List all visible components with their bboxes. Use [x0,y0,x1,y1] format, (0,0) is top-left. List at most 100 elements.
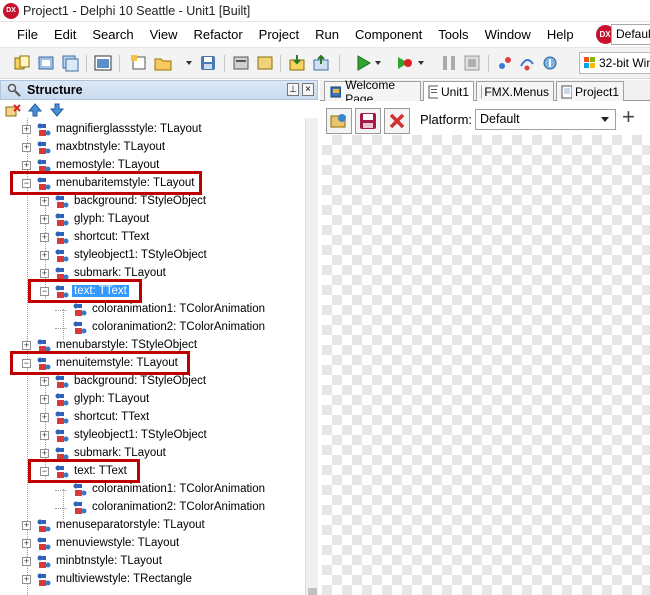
component-icon [36,519,52,533]
menu-refactor[interactable]: Refactor [186,22,251,48]
unit-file-icon [428,85,438,99]
expand-icon[interactable]: + [40,215,49,224]
save-icon[interactable] [199,54,217,72]
expand-icon[interactable]: + [40,413,49,422]
open-project-icon[interactable] [37,54,55,72]
tree-node[interactable]: + maxbtnstyle: TLayout [0,139,305,157]
expand-icon[interactable]: + [40,395,49,404]
menu-view[interactable]: View [142,22,186,48]
remove-from-project-icon[interactable] [256,54,274,72]
tree-scrollbar[interactable] [305,118,318,595]
tree-node[interactable]: + menuviewstyle: TLayout [0,535,305,553]
tree-node[interactable]: + shortcut: TText [0,229,305,247]
move-up-icon[interactable] [28,103,42,117]
tree-node[interactable]: + glyph: TLayout [0,211,305,229]
desktop-layout-combo[interactable]: Default [611,24,650,45]
tree-node-label: coloranimation2: TColorAnimation [92,321,266,333]
component-icon [72,303,88,317]
save-view-button[interactable] [355,108,381,134]
expand-icon[interactable]: + [40,431,49,440]
expand-icon[interactable]: + [22,521,31,530]
form-designer-canvas[interactable] [322,135,650,595]
program-reset-icon[interactable] [463,54,481,72]
add-view-button[interactable]: + [622,105,635,129]
tree-node[interactable]: coloranimation1: TColorAnimation [0,301,305,319]
expand-icon[interactable]: + [22,341,31,350]
close-icon[interactable]: × [302,83,314,96]
pin-icon[interactable]: ⊥ [287,83,299,96]
menu-help[interactable]: Help [539,22,582,48]
target-platform-box[interactable]: 32-bit Win [579,52,650,74]
evaluate-icon[interactable] [541,54,559,72]
tree-node[interactable]: + styleobject1: TStyleObject [0,427,305,445]
expand-icon[interactable]: + [22,143,31,152]
platform-select[interactable]: Default [475,109,616,130]
edit-view-button[interactable] [326,108,352,134]
expand-icon[interactable]: + [40,197,49,206]
tree-node[interactable]: coloranimation2: TColorAnimation [0,499,305,517]
tree-node[interactable]: coloranimation1: TColorAnimation [0,481,305,499]
tree-node[interactable]: + background: TStyleObject [0,373,305,391]
target-platform-label: 32-bit Win [598,56,650,70]
new-items-icon[interactable] [13,54,31,72]
delete-view-button[interactable] [384,108,410,134]
expand-icon[interactable]: + [40,251,49,260]
tab-unit1[interactable]: Unit1 [423,81,474,102]
expand-icon[interactable]: + [40,449,49,458]
move-down-icon[interactable] [50,103,64,117]
expand-icon[interactable]: + [40,233,49,242]
tree-node[interactable]: coloranimation2: TColorAnimation [0,319,305,337]
delete-component-icon[interactable] [5,104,21,118]
run-icon[interactable] [354,54,372,72]
menu-run[interactable]: Run [307,22,347,48]
menu-component[interactable]: Component [347,22,430,48]
run-without-debugging-icon[interactable] [395,54,413,72]
menu-search[interactable]: Search [84,22,141,48]
main-toolbar [0,48,650,79]
component-icon [72,483,88,497]
expand-icon[interactable]: + [22,557,31,566]
tree-node[interactable]: + multiviewstyle: TRectangle [0,571,305,589]
menu-project[interactable]: Project [251,22,307,48]
component-icon [54,249,70,263]
view-form-icon[interactable] [94,54,112,72]
import-icon[interactable] [288,54,306,72]
project-file-icon [561,85,572,98]
windows-icon [584,57,595,68]
menu-tools[interactable]: Tools [430,22,476,48]
expand-icon[interactable]: + [22,575,31,584]
expand-icon[interactable]: + [22,161,31,170]
expand-icon[interactable]: + [40,269,49,278]
tree-node-label: styleobject1: TStyleObject [74,429,207,441]
component-icon [36,537,52,551]
tree-node[interactable]: + glyph: TLayout [0,391,305,409]
new-form-icon[interactable] [130,54,148,72]
tab-project1-label: Project1 [574,84,619,99]
designer-toolbar: Platform: Default + [320,101,650,135]
menu-file[interactable]: File [0,22,46,48]
step-over-icon[interactable] [518,54,536,72]
tree-node[interactable]: + styleobject1: TStyleObject [0,247,305,265]
tree-node[interactable]: + background: TStyleObject [0,193,305,211]
menu-edit[interactable]: Edit [46,22,84,48]
trace-into-icon[interactable] [496,54,514,72]
export-icon[interactable] [312,54,330,72]
expand-icon[interactable]: + [40,377,49,386]
tab-fmx-menus[interactable]: FMX.Menus [476,81,554,101]
menu-window[interactable]: Window [477,22,539,48]
highlight-box [28,279,142,303]
tree-node[interactable]: + magnifierglassstyle: TLayout [0,121,305,139]
tree-node[interactable]: + menuseparatorstyle: TLayout [0,517,305,535]
scrollbar-thumb[interactable] [308,588,317,595]
expand-icon[interactable]: + [22,539,31,548]
tab-project1[interactable]: Project1 [556,81,624,101]
expand-icon[interactable]: + [22,125,31,134]
tree-node-label: maxbtnstyle: TLayout [56,141,166,153]
open-file-icon[interactable] [154,54,172,72]
tree-node[interactable]: + shortcut: TText [0,409,305,427]
pause-icon[interactable] [440,54,458,72]
add-to-project-icon[interactable] [232,54,250,72]
save-all-icon[interactable] [61,54,79,72]
tab-welcome-page[interactable]: Welcome Page [324,78,421,106]
tree-node[interactable]: + minbtnstyle: TLayout [0,553,305,571]
